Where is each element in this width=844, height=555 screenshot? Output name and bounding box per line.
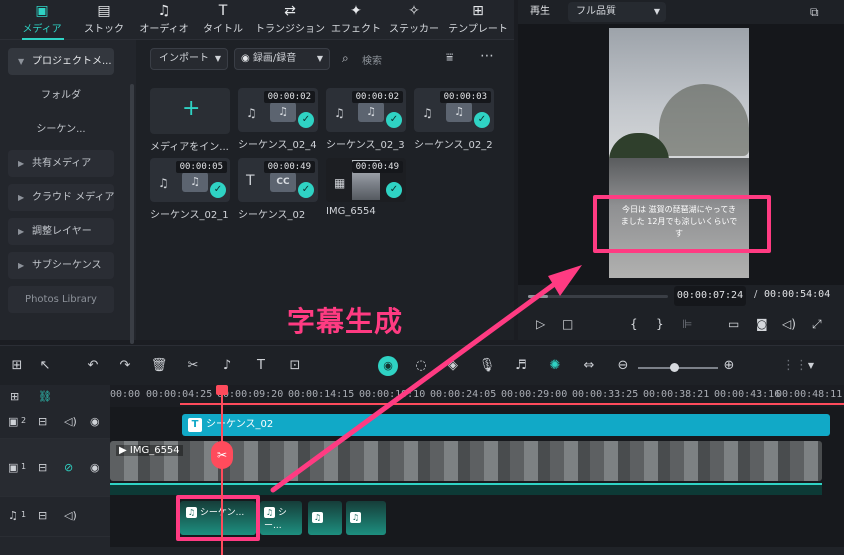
editor-window: ▣ メディア ▤ ストック ♫ オーディオ T タイトル ⇄ トランジション ✦ エフェクト… — [0, 0, 844, 555]
annotation-arrow — [270, 265, 582, 493]
